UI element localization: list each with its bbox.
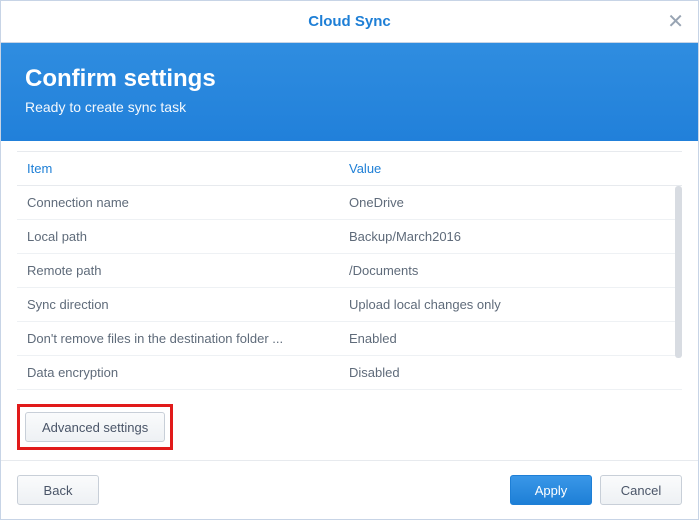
apply-button[interactable]: Apply [510, 475, 592, 505]
footer: Back Apply Cancel [1, 460, 698, 519]
table-row: Sync direction Upload local changes only [17, 288, 682, 322]
back-button[interactable]: Back [17, 475, 99, 505]
page-subtitle: Ready to create sync task [25, 99, 674, 115]
cell-value: Upload local changes only [339, 288, 682, 322]
cancel-button[interactable]: Cancel [600, 475, 682, 505]
table-row: Local path Backup/March2016 [17, 220, 682, 254]
cell-item: Remote path [17, 254, 339, 288]
cell-value: Backup/March2016 [339, 220, 682, 254]
col-header-item[interactable]: Item [17, 152, 339, 186]
col-header-value[interactable]: Value [339, 152, 682, 186]
advanced-highlight: Advanced settings [17, 404, 173, 450]
table-body: Connection name OneDrive Local path Back… [17, 186, 682, 390]
cell-value: OneDrive [339, 186, 682, 220]
window-title: Cloud Sync [308, 13, 391, 30]
table-row: Don't remove files in the destination fo… [17, 322, 682, 356]
cell-value: Enabled [339, 322, 682, 356]
dialog-window: Cloud Sync ✕ Confirm settings Ready to c… [0, 0, 699, 520]
table-row: Remote path /Documents [17, 254, 682, 288]
cell-item: Data encryption [17, 356, 339, 390]
table-row: Connection name OneDrive [17, 186, 682, 220]
content-area: Item Value Connection name OneDrive Loca… [1, 141, 698, 460]
advanced-settings-button[interactable]: Advanced settings [25, 412, 165, 442]
cell-value: /Documents [339, 254, 682, 288]
page-title: Confirm settings [25, 65, 674, 93]
cell-item: Sync direction [17, 288, 339, 322]
scrollbar[interactable] [675, 186, 682, 358]
table-row: Data encryption Disabled [17, 356, 682, 390]
close-icon[interactable]: ✕ [667, 12, 684, 32]
cell-item: Don't remove files in the destination fo… [17, 322, 339, 356]
cell-item: Connection name [17, 186, 339, 220]
cell-value: Disabled [339, 356, 682, 390]
titlebar: Cloud Sync ✕ [1, 1, 698, 43]
cell-item: Local path [17, 220, 339, 254]
settings-table: Item Value Connection name OneDrive Loca… [17, 151, 682, 390]
table-header: Item Value [17, 152, 682, 186]
header-banner: Confirm settings Ready to create sync ta… [1, 43, 698, 141]
